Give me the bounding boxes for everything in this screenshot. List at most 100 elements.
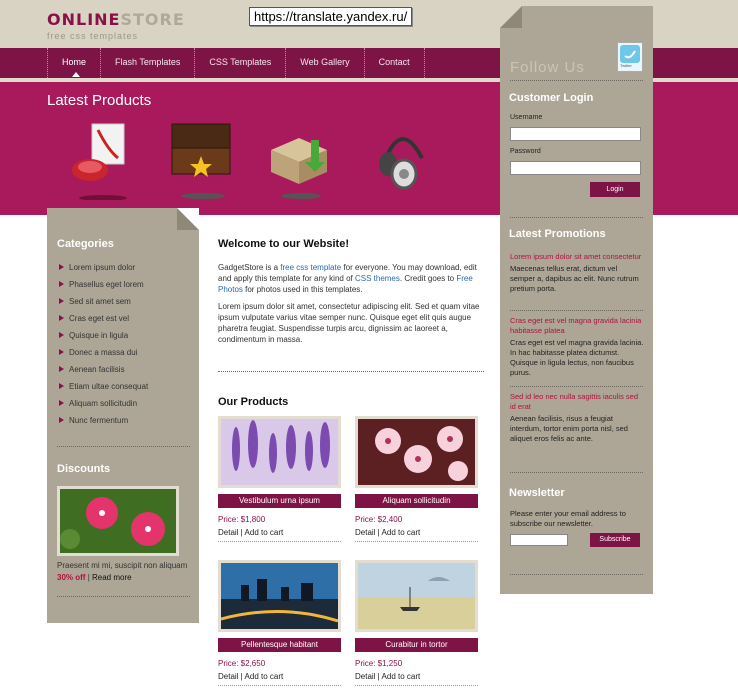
- category-item[interactable]: Aenean facilisis: [57, 361, 192, 378]
- text: for photos used in this templates.: [242, 285, 363, 294]
- promotion-title[interactable]: Cras eget est vel magna gravida lacinia …: [510, 316, 644, 336]
- divider: [510, 386, 643, 387]
- promotion-title[interactable]: Sed id leo nec nulla sagittis iaculis se…: [510, 392, 644, 412]
- category-item[interactable]: Quisque in ligula: [57, 327, 192, 344]
- main-content: Welcome to our Website! GadgetStore is a…: [218, 238, 484, 351]
- products-title: Our Products: [218, 396, 289, 408]
- lorem-paragraph: Lorem ipsum dolor sit amet, consectetur …: [218, 302, 480, 344]
- add-to-cart-link[interactable]: Add to cart: [245, 528, 284, 537]
- categories-title: Categories: [57, 238, 114, 250]
- divider: [218, 371, 484, 372]
- twitter-label: Twitter: [620, 63, 632, 68]
- promotion-text: Cras eget est vel magna gravida lacinia.…: [510, 338, 644, 377]
- category-item[interactable]: Aliquam sollicitudin: [57, 395, 192, 412]
- newsletter-title: Newsletter: [509, 487, 565, 499]
- detail-link[interactable]: Detail: [218, 528, 238, 537]
- nav-web-gallery[interactable]: Web Gallery: [285, 48, 363, 78]
- nav-contact[interactable]: Contact: [363, 48, 425, 78]
- treasure-chest-icon[interactable]: [168, 120, 238, 200]
- divider: [510, 472, 643, 473]
- subscribe-button[interactable]: Subscribe: [590, 533, 640, 547]
- newsletter-text: Please enter your email address to subsc…: [510, 509, 626, 528]
- category-item[interactable]: Lorem ipsum dolor: [57, 259, 192, 276]
- login-button[interactable]: Login: [590, 182, 640, 197]
- discount-offer: 30% off | Read more: [57, 573, 132, 582]
- logo-part1: ONLINE: [47, 10, 121, 29]
- nav-home[interactable]: Home: [47, 48, 100, 78]
- divider: [510, 574, 643, 575]
- add-to-cart-link[interactable]: Add to cart: [382, 672, 421, 681]
- category-item[interactable]: Cras eget est vel: [57, 310, 192, 327]
- product-links: Detail | Add to cart: [355, 528, 421, 537]
- product-price: Price: $1,800: [218, 515, 266, 524]
- latest-promotions-title: Latest Promotions: [509, 228, 606, 240]
- discount-image[interactable]: [57, 486, 179, 556]
- product-name[interactable]: Curabitur in tortor: [355, 638, 478, 652]
- category-item[interactable]: Nunc fermentum: [57, 412, 192, 429]
- divider: [57, 446, 190, 447]
- left-sidebar: Categories Lorem ipsum dolor Phasellus e…: [47, 208, 199, 623]
- promotion-item: Cras eget est vel magna gravida lacinia …: [510, 316, 644, 378]
- welcome-title: Welcome to our Website!: [218, 238, 350, 250]
- add-to-cart-link[interactable]: Add to cart: [382, 528, 421, 537]
- follow-us-heading: Follow Us: [510, 59, 585, 76]
- product-name[interactable]: Pellentesque habitant: [218, 638, 341, 652]
- add-to-cart-link[interactable]: Add to cart: [245, 672, 284, 681]
- city-image[interactable]: [218, 560, 341, 632]
- welcome-paragraph: GadgetStore is a free css template for e…: [218, 262, 484, 295]
- product-price: Price: $2,400: [355, 515, 403, 524]
- password-label: Password: [510, 148, 541, 155]
- tagline: free css templates: [47, 31, 139, 41]
- free-css-template-link[interactable]: free css template: [280, 263, 341, 272]
- divider: [218, 541, 341, 542]
- product-name[interactable]: Vestibulum urna ipsum: [218, 494, 341, 508]
- detail-link[interactable]: Detail: [355, 672, 375, 681]
- product-card: Curabitur in tortor Price: $1,250 Detail…: [355, 560, 478, 686]
- blossom-image[interactable]: [355, 416, 478, 488]
- username-label: Username: [510, 114, 543, 121]
- newsletter-email-input[interactable]: [510, 534, 568, 546]
- product-card: Vestibulum urna ipsum Price: $1,800 Deta…: [218, 416, 341, 542]
- css-themes-link[interactable]: CSS themes: [355, 274, 400, 283]
- password-input[interactable]: [510, 161, 641, 175]
- nav-flash-templates[interactable]: Flash Templates: [100, 48, 194, 78]
- detail-link[interactable]: Detail: [355, 528, 375, 537]
- discount-description: Praesent mi mi, suscipit non aliquam: [57, 561, 188, 570]
- url-tooltip: https://translate.yandex.ru/: [249, 7, 413, 26]
- product-name[interactable]: Aliquam sollicitudin: [355, 494, 478, 508]
- product-links: Detail | Add to cart: [355, 672, 421, 681]
- promotion-title[interactable]: Lorem ipsum dolor sit amet consectetur: [510, 252, 644, 262]
- divider: [218, 685, 341, 686]
- separator: |: [87, 573, 90, 582]
- discounts-title: Discounts: [57, 463, 111, 475]
- divider: [510, 80, 643, 81]
- package-download-icon[interactable]: [265, 120, 335, 200]
- lavender-image[interactable]: [218, 416, 341, 488]
- product-price: Price: $2,650: [218, 659, 266, 668]
- mouse-product-icon[interactable]: [68, 120, 138, 201]
- text: . Credit goes to: [399, 274, 457, 283]
- product-card: Aliquam sollicitudin Price: $2,400 Detai…: [355, 416, 478, 542]
- category-item[interactable]: Donec a massa dui: [57, 344, 192, 361]
- product-price: Price: $1,250: [355, 659, 403, 668]
- read-more-link[interactable]: Read more: [92, 573, 132, 582]
- category-item[interactable]: Etiam ultae consequat: [57, 378, 192, 395]
- logo[interactable]: ONLINESTORE: [47, 10, 185, 29]
- detail-link[interactable]: Detail: [218, 672, 238, 681]
- right-sidebar: Follow Us Twitter Customer Login Usernam…: [500, 6, 653, 594]
- page-fold: [177, 208, 199, 230]
- divider: [355, 541, 478, 542]
- twitter-icon[interactable]: Twitter: [617, 42, 643, 72]
- text: GadgetStore is a: [218, 263, 281, 272]
- boat-image[interactable]: [355, 560, 478, 632]
- customer-login-title: Customer Login: [509, 92, 594, 104]
- category-item[interactable]: Sed sit amet sem: [57, 293, 192, 310]
- promotion-text: Aenean facilisis, risus a feugiat interd…: [510, 414, 628, 443]
- username-input[interactable]: [510, 127, 641, 141]
- divider: [510, 310, 643, 311]
- promotion-item: Sed id leo nec nulla sagittis iaculis se…: [510, 392, 644, 444]
- headphones-icon[interactable]: [372, 120, 442, 200]
- nav-css-templates[interactable]: CSS Templates: [194, 48, 285, 78]
- category-item[interactable]: Phasellus eget lorem: [57, 276, 192, 293]
- product-links: Detail | Add to cart: [218, 528, 284, 537]
